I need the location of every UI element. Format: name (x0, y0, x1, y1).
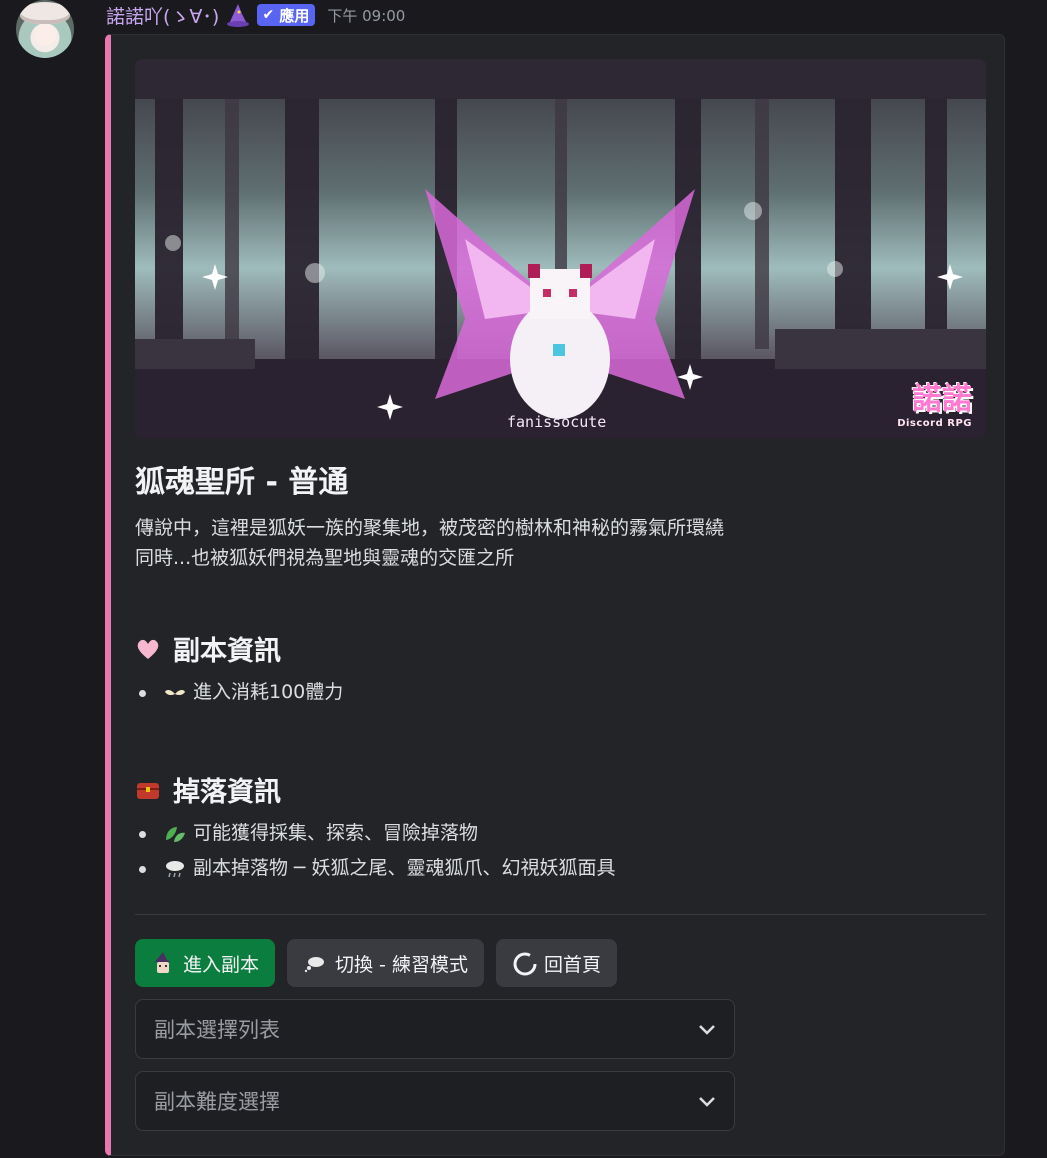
banner-image[interactable]: fanissocute 諾諾 Discord RPG (135, 59, 986, 439)
username[interactable]: 諾諾吖(ゝ∀･) (106, 2, 219, 29)
enter-dungeon-button[interactable]: 進入副本 (135, 939, 276, 987)
rain-cloud-icon (163, 857, 187, 881)
embed-title: 狐魂聖所 - 普通 (135, 465, 349, 500)
app-badge: ✔ 應用 (257, 4, 316, 26)
app-badge-label: 應用 (279, 6, 310, 25)
section-heading-label: 掉落資訊 (173, 777, 281, 808)
leaves-icon (163, 822, 187, 846)
list-item-text: 可能獲得採集、探索、冒險掉落物 (193, 822, 479, 844)
list-item-text: 副本掉落物 ─ 妖狐之尾、靈魂狐爪、幻視妖狐面具 (193, 857, 616, 879)
description-line: 同時...也被狐妖們視為聖地與靈魂的交匯之所 (135, 547, 515, 569)
list-item-text: 進入消耗100體力 (193, 681, 344, 703)
action-buttons: 進入副本 切換 - 練習模式 回首頁 (135, 939, 617, 987)
wizard-hat-icon (225, 2, 251, 28)
section-heading-drop-info: 掉落資訊 (135, 770, 281, 809)
loading-ring-icon (512, 951, 537, 976)
logo-subtitle: Discord RPG (897, 418, 972, 429)
difficulty-select[interactable]: 副本難度選擇 (135, 1071, 735, 1131)
logo-text: 諾諾 (912, 382, 972, 417)
bot-message: 諾諾吖(ゝ∀･) ✔ 應用 下午 09:00 fanissocute 諾諾 Di… (0, 0, 1047, 1158)
dungeon-select[interactable]: 副本選擇列表 (135, 999, 735, 1059)
timestamp[interactable]: 下午 09:00 (327, 5, 405, 26)
avatar[interactable] (16, 0, 74, 58)
section-heading-label: 副本資訊 (173, 636, 281, 667)
embed-description: 傳說中，這裡是狐妖一族的聚集地，被茂密的樹林和神秘的霧氣所環繞 同時...也被狐… (135, 513, 724, 573)
chevron-down-icon (696, 1090, 718, 1112)
button-label: 切換 - 練習模式 (335, 953, 468, 976)
list-item: 副本掉落物 ─ 妖狐之尾、靈魂狐爪、幻視妖狐面具 (135, 851, 616, 886)
select-placeholder: 副本選擇列表 (154, 1018, 280, 1042)
select-placeholder: 副本難度選擇 (154, 1090, 280, 1114)
button-label: 進入副本 (183, 953, 260, 976)
artist-credit: fanissocute (507, 413, 607, 431)
message-header: 諾諾吖(ゝ∀･) ✔ 應用 下午 09:00 (106, 0, 405, 30)
embed-card: fanissocute 諾諾 Discord RPG 狐魂聖所 - 普通 傳說中… (105, 34, 1005, 1156)
thought-bubble-icon (303, 951, 327, 975)
avatar-face (34, 24, 56, 46)
list-item: 可能獲得採集、探索、冒險掉落物 (135, 816, 616, 851)
button-label: 回首頁 (543, 953, 601, 976)
pink-heart-icon (135, 636, 161, 662)
avatar-hat (20, 2, 70, 24)
home-button[interactable]: 回首頁 (495, 939, 617, 987)
dungeon-info-list: 進入消耗100體力 (135, 675, 343, 710)
check-icon: ✔ (262, 7, 275, 23)
list-item: 進入消耗100體力 (135, 675, 343, 710)
chevron-down-icon (696, 1018, 718, 1040)
divider (135, 914, 986, 915)
description-line: 傳說中，這裡是狐妖一族的聚集地，被茂密的樹林和神秘的霧氣所環繞 (135, 517, 725, 539)
brand-logo: 諾諾 Discord RPG (897, 374, 972, 429)
drop-info-list: 可能獲得採集、探索、冒險掉落物 副本掉落物 ─ 妖狐之尾、靈魂狐爪、幻視妖狐面具 (135, 816, 616, 886)
section-heading-dungeon-info: 副本資訊 (135, 629, 281, 668)
treasure-chest-icon (135, 777, 161, 803)
forest-scene (135, 59, 986, 439)
practice-mode-button[interactable]: 切換 - 練習模式 (287, 939, 484, 987)
wings-icon (163, 681, 187, 705)
witch-icon (151, 951, 175, 975)
